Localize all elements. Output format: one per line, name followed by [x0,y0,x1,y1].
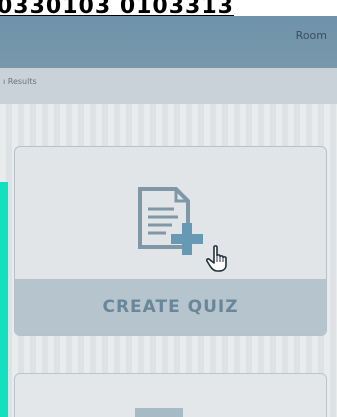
breadcrumb-results[interactable]: ı Results [3,77,37,86]
side-color-strip [0,182,8,417]
room-label[interactable]: Room [296,29,327,42]
create-quiz-label: CREATE QUIZ [102,297,239,317]
hand-pointer-icon [206,245,227,272]
quiz-card-label-area: CREATE QUIZ [15,279,326,335]
top-glitch-band: 0330103 0103313 [0,0,337,16]
second-card-icon [135,408,183,417]
app-header: Room [0,16,337,68]
second-option-card[interactable] [14,373,327,417]
create-quiz-card[interactable]: CREATE QUIZ [14,146,327,336]
top-band-text: 0330103 0103313 [0,0,234,16]
document-plus-icon [138,187,203,255]
breadcrumb-bar: ı Results [0,68,337,104]
quiz-card-icon-area [15,147,326,279]
